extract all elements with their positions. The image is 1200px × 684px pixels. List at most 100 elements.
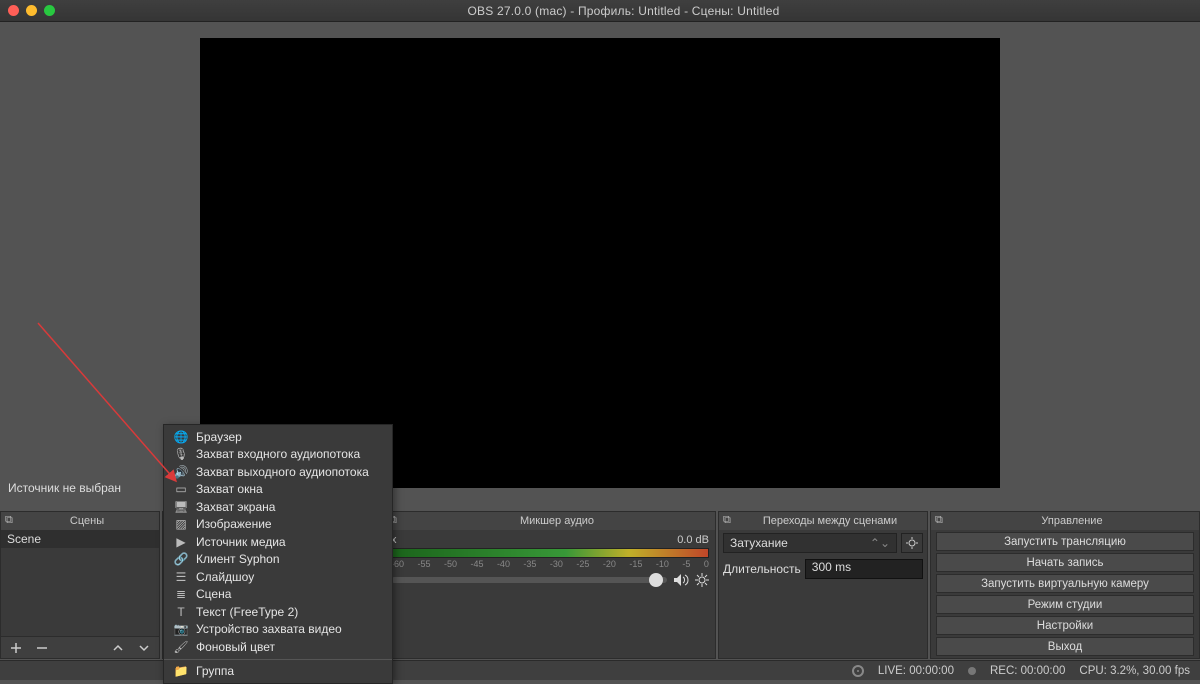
live-time: LIVE: 00:00:00 (878, 665, 954, 677)
list-icon: ≣ (174, 587, 188, 601)
rec-indicator-icon (968, 667, 976, 675)
menu-item-label: Источник медиа (196, 535, 286, 549)
traffic-lights (8, 5, 55, 16)
window-title: OBS 27.0.0 (mac) - Профиль: Untitled - С… (55, 4, 1192, 18)
controls-dock-header[interactable]: ⧉ Управление (931, 512, 1199, 530)
menu-item-label: Группа (196, 664, 234, 678)
menu-item[interactable]: 🔗 Клиент Syphon (164, 551, 392, 569)
menu-item[interactable]: ☰ Слайдшоу (164, 568, 392, 586)
menu-item[interactable]: 🌐 Браузер (164, 428, 392, 446)
window-titlebar: OBS 27.0.0 (mac) - Профиль: Untitled - С… (0, 0, 1200, 22)
scenes-dock-header[interactable]: ⧉ Сцены (1, 512, 159, 530)
menu-item[interactable]: ▨ Изображение (164, 516, 392, 534)
preview-canvas[interactable] (200, 38, 1000, 488)
speaker-icon: 🔊 (174, 465, 188, 479)
add-source-context-menu: 🌐 Браузер 🎙 Захват входного аудиопотока 🔊 Зах… (163, 424, 393, 684)
transitions-dock: ⧉ Переходы между сценами Затухание ⌃⌄ Дл… (718, 511, 928, 659)
control-button[interactable]: Начать запись (936, 553, 1194, 572)
controls-dock: ⧉ Управление Запустить трансляцию Начать … (930, 511, 1200, 659)
control-button[interactable]: Запустить виртуальную камеру (936, 574, 1194, 593)
stack-icon: ☰ (174, 570, 188, 584)
scenes-title: Сцены (19, 515, 155, 527)
control-button[interactable]: Настройки (936, 616, 1194, 635)
link-icon: 🔗 (174, 552, 188, 566)
audio-mixer-dock: ⧉ Микшер аудио x 0.0 dB -60-55-50-45-40-… (384, 511, 716, 659)
controls-body: Запустить трансляцию Начать запись Запусти… (931, 530, 1199, 658)
window-icon: ▭ (174, 482, 188, 496)
audio-meter (391, 548, 709, 558)
popout-icon: ⧉ (935, 514, 949, 528)
image-icon: ▨ (174, 517, 188, 531)
menu-item[interactable]: 🖥 Захват экрана (164, 498, 392, 516)
scene-item[interactable]: Scene (1, 530, 159, 548)
channel-settings-button[interactable] (695, 573, 709, 587)
cpu-stats: CPU: 3.2%, 30.00 fps (1079, 665, 1190, 677)
menu-separator (164, 659, 392, 660)
minimize-window-button[interactable] (26, 5, 37, 16)
menu-item-label: Фоновый цвет (196, 640, 275, 654)
popout-icon: ⧉ (723, 514, 737, 528)
transitions-title: Переходы между сценами (737, 515, 923, 527)
meter-ticks: -60-55-50-45-40-35-30-25-20-15-10-50 (391, 559, 709, 569)
transitions-body: Затухание ⌃⌄ Длительность 300 ms (719, 530, 927, 658)
remove-scene-button[interactable] (31, 639, 53, 657)
globe-icon: 🌐 (174, 430, 188, 444)
close-window-button[interactable] (8, 5, 19, 16)
mixer-title: Микшер аудио (403, 515, 711, 527)
menu-item[interactable]: 📷 Устройство захвата видео (164, 621, 392, 639)
transition-settings-button[interactable] (901, 533, 923, 553)
mixer-channel: x 0.0 dB -60-55-50-45-40-35-30-25-20-15-… (385, 530, 715, 658)
controls-title: Управление (949, 515, 1195, 527)
menu-item-label: Захват окна (196, 482, 263, 496)
add-scene-button[interactable] (5, 639, 27, 657)
volume-slider[interactable] (391, 577, 667, 583)
rec-time: REC: 00:00:00 (990, 665, 1065, 677)
transition-value: Затухание (730, 536, 788, 550)
menu-item[interactable]: 🖌 Фоновый цвет (164, 638, 392, 656)
menu-item-label: Захват входного аудиопотока (196, 447, 360, 461)
menu-item[interactable]: 🎙 Захват входного аудиопотока (164, 446, 392, 464)
mic-icon: 🎙 (174, 447, 188, 461)
menu-item[interactable]: ▶ Источник медиа (164, 533, 392, 551)
play-icon: ▶ (174, 535, 188, 549)
live-indicator-icon (852, 665, 864, 677)
menu-item-label: Устройство захвата видео (196, 622, 342, 636)
menu-item-label: Сцена (196, 587, 231, 601)
folder-icon: 📁 (174, 664, 188, 678)
menu-item-label: Захват выходного аудиопотока (196, 465, 369, 479)
scenes-toolbar (1, 636, 159, 658)
camera-icon: 📷 (174, 622, 188, 636)
transitions-dock-header[interactable]: ⧉ Переходы между сценами (719, 512, 927, 530)
control-button[interactable]: Запустить трансляцию (936, 532, 1194, 551)
move-scene-up-button[interactable] (107, 639, 129, 657)
control-button[interactable]: Режим студии (936, 595, 1194, 614)
menu-item[interactable]: 🔊 Захват выходного аудиопотока (164, 463, 392, 481)
menu-item-group[interactable]: 📁 Группа (164, 663, 392, 681)
menu-item[interactable]: ▭ Захват окна (164, 481, 392, 499)
channel-level: 0.0 dB (677, 534, 709, 546)
menu-item-label: Текст (FreeType 2) (196, 605, 298, 619)
transition-select[interactable]: Затухание ⌃⌄ (723, 533, 897, 553)
move-scene-down-button[interactable] (133, 639, 155, 657)
menu-item-label: Браузер (196, 430, 242, 444)
mixer-dock-header[interactable]: ⧉ Микшер аудио (385, 512, 715, 530)
no-source-label: Источник не выбран (8, 481, 121, 495)
chevron-updown-icon: ⌃⌄ (870, 536, 890, 550)
popout-icon: ⧉ (5, 514, 19, 528)
duration-input[interactable]: 300 ms (805, 559, 923, 579)
menu-item-label: Клиент Syphon (196, 552, 280, 566)
menu-item[interactable]: T Текст (FreeType 2) (164, 603, 392, 621)
zoom-window-button[interactable] (44, 5, 55, 16)
menu-item[interactable]: ≣ Сцена (164, 586, 392, 604)
duration-label: Длительность (723, 562, 801, 576)
scenes-list[interactable]: Scene (1, 530, 159, 636)
brush-icon: 🖌 (174, 640, 188, 654)
menu-item-label: Захват экрана (196, 500, 275, 514)
mute-button[interactable] (673, 573, 689, 587)
display-icon: 🖥 (174, 500, 188, 514)
menu-item-label: Слайдшоу (196, 570, 254, 584)
text-icon: T (174, 605, 188, 619)
scenes-dock: ⧉ Сцены Scene (0, 511, 160, 659)
control-button[interactable]: Выход (936, 637, 1194, 656)
menu-item-label: Изображение (196, 517, 272, 531)
